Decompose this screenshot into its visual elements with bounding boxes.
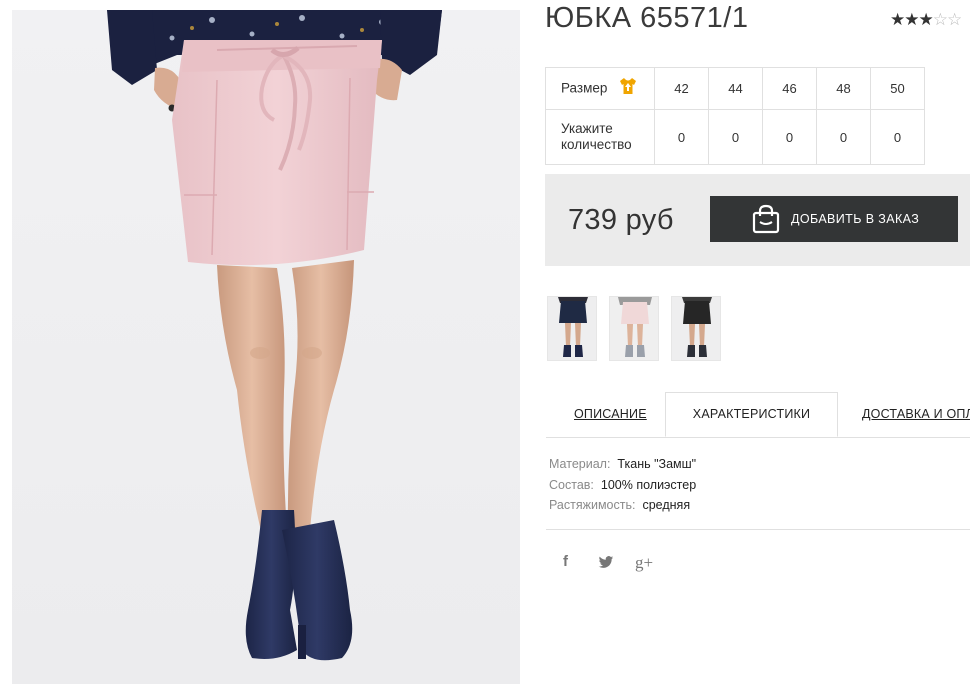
quantity-row: Укажите количество 0 0 0 0 0	[545, 109, 925, 165]
star-icon[interactable]: ★	[890, 10, 905, 29]
add-to-order-button[interactable]: ДОБАВИТЬ В ЗАКАЗ	[710, 196, 958, 242]
quantity-label: Укажите количество	[561, 121, 632, 152]
size-row: Размер 42 44 46 48 50	[545, 67, 925, 110]
tab-description[interactable]: ОПИСАНИЕ	[574, 392, 647, 437]
size-cell: 48	[816, 67, 871, 110]
size-label-cell: Размер	[545, 67, 655, 110]
spec-label: Состав:	[549, 477, 594, 492]
spec-value: Ткань "Замш"	[617, 457, 697, 471]
spec-value: 100% полиэстер	[600, 477, 697, 492]
thumbnail-skirt-pink[interactable]	[609, 296, 659, 361]
product-photo-illustration	[107, 10, 442, 661]
product-price: 739 руб	[568, 204, 674, 236]
size-cell: 44	[708, 67, 763, 110]
star-icon[interactable]: ★	[919, 10, 934, 29]
spec-value: средняя	[642, 498, 691, 512]
size-cell: 46	[762, 67, 817, 110]
product-tabs: ОПИСАНИЕ ХАРАКТЕРИСТИКИ ДОСТАВКА И ОПЛАТ…	[546, 392, 970, 438]
thumbnail-skirt-black[interactable]	[671, 296, 721, 361]
tab-characteristics[interactable]: ХАРАКТЕРИСТИКИ	[665, 392, 838, 437]
shopping-bag-icon	[752, 204, 780, 234]
quantity-input[interactable]: 0	[708, 109, 763, 165]
star-icon[interactable]: ★	[904, 10, 919, 29]
tshirt-icon[interactable]	[619, 77, 637, 98]
spec-label: Растяжимость:	[549, 498, 636, 512]
facebook-share-icon[interactable]: f	[563, 553, 568, 570]
size-quantity-table: Размер 42 44 46 48 50 Укажите количество…	[545, 67, 925, 165]
quantity-input[interactable]: 0	[816, 109, 871, 165]
star-empty-icon[interactable]: ☆	[947, 10, 962, 29]
thumbnail-skirt-navy[interactable]	[547, 296, 597, 361]
quantity-label-cell: Укажите количество	[545, 109, 655, 165]
spec-row-composition: Состав: 100% полиэстер	[549, 475, 696, 496]
product-title: ЮБКА 65571/1	[545, 2, 749, 34]
tab-delivery-payment[interactable]: ДОСТАВКА И ОПЛАТА	[862, 392, 970, 437]
spec-row-material: Материал: Ткань "Замш"	[549, 454, 696, 475]
characteristics-list: Материал: Ткань "Замш" Состав: 100% полиэс…	[549, 454, 696, 516]
twitter-share-icon[interactable]	[598, 556, 614, 573]
section-divider	[546, 529, 970, 530]
spec-label: Материал:	[549, 457, 611, 471]
quantity-input[interactable]: 0	[762, 109, 817, 165]
product-main-photo[interactable]	[12, 10, 520, 684]
product-rating[interactable]: ★★★☆☆	[890, 10, 962, 30]
size-cell: 50	[870, 67, 925, 110]
quantity-input[interactable]: 0	[870, 109, 925, 165]
size-cell: 42	[654, 67, 709, 110]
size-label: Размер	[561, 80, 608, 96]
star-empty-icon[interactable]: ☆	[933, 10, 948, 29]
spec-row-stretch: Растяжимость: средняя	[549, 495, 696, 516]
googleplus-share-icon[interactable]: g+	[635, 553, 653, 573]
price-box: 739 руб ДОБАВИТЬ В ЗАКАЗ	[545, 174, 970, 266]
quantity-input[interactable]: 0	[654, 109, 709, 165]
add-to-order-label: ДОБАВИТЬ В ЗАКАЗ	[791, 212, 920, 226]
